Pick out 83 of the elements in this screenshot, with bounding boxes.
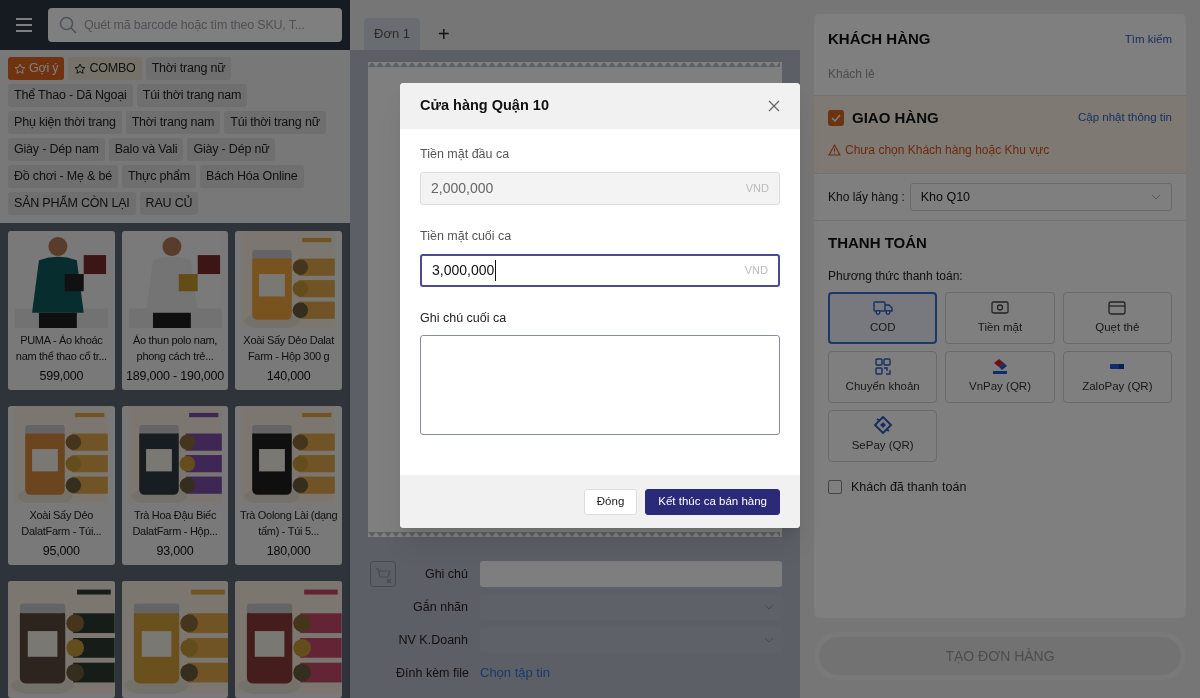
category-tab[interactable]: Thời trang nam bbox=[125, 111, 221, 134]
payment-method[interactable]: Tiền mặt bbox=[945, 291, 1055, 344]
paid-checkbox[interactable] bbox=[828, 479, 842, 494]
product-name: Xoài Sấy Dẻo DalatFarm - Túi... bbox=[20, 508, 103, 540]
product-price: 95,000 bbox=[42, 543, 80, 561]
category-tab[interactable]: COMBO bbox=[68, 57, 142, 80]
category-tab[interactable]: Giày - Dép nam bbox=[8, 138, 105, 161]
end-shift-button[interactable]: Kết thúc ca bán hàng bbox=[645, 488, 780, 515]
payment-method[interactable]: Quẹt thẻ bbox=[1062, 291, 1172, 344]
category-tab[interactable]: Bách Hóa Online bbox=[200, 165, 304, 188]
category-tab[interactable]: Thời trang nữ bbox=[145, 57, 232, 80]
section-title: GIAO HÀNG bbox=[852, 107, 939, 128]
field-label: Gắn nhãn bbox=[412, 598, 468, 616]
category-tab[interactable]: Balo và Vali bbox=[108, 138, 184, 161]
qr-code-icon bbox=[872, 357, 893, 376]
category-tab[interactable]: RAU CỦ bbox=[139, 192, 199, 215]
payment-method[interactable]: ZaloPay (QR) bbox=[1062, 350, 1172, 403]
product-card[interactable]: Xoài Sấy Dẻo Dalat Farm - Hộp 300 g 140,000 bbox=[235, 231, 342, 390]
product-name: Trà Hoa Đậu Biếc DalatFarm - Hộp... bbox=[131, 508, 219, 540]
section-title: THANH TOÁN bbox=[828, 233, 928, 253]
category-tab[interactable]: Túi thời trang nam bbox=[136, 84, 248, 107]
banknote-icon bbox=[990, 298, 1010, 317]
order-tab[interactable]: Đơn 1 bbox=[364, 18, 420, 50]
field-label: Ghi chú bbox=[423, 565, 468, 583]
category-tab[interactable]: Gợi ý bbox=[8, 57, 65, 80]
product-name: Trà Oolong Lài (dạng tấm) - Túi 5... bbox=[238, 508, 339, 540]
close-button[interactable]: Đóng bbox=[583, 488, 638, 515]
note-textarea[interactable] bbox=[420, 335, 780, 436]
product-name: PUMA - Áo khoác nam thể thao cổ tr... bbox=[14, 333, 108, 365]
field-label: Tiền mặt đầu ca bbox=[420, 146, 511, 163]
product-price: 189,000 - 190,000 bbox=[125, 368, 225, 386]
dialog-title: Cửa hàng Quận 10 bbox=[420, 96, 549, 116]
star-icon bbox=[14, 62, 26, 75]
product-card[interactable]: Trà Hoa Đậu Biếc DalatFarm - Hộp... 93,000 bbox=[121, 406, 229, 565]
amount-field[interactable]: 3,000,000 VND bbox=[420, 253, 780, 287]
product-card[interactable]: Xoài Sấy Dẻo DalatFarm - Túi... 95,000 bbox=[8, 406, 115, 565]
product-price: 599,000 bbox=[39, 368, 84, 386]
field-label: NV K.Doanh bbox=[397, 631, 468, 649]
category-tab[interactable]: Túi thời trang nữ bbox=[224, 111, 326, 134]
check-icon bbox=[831, 113, 841, 122]
product-card[interactable]: PUMA - Áo khoác nam thể thao cổ tr... 599,000 bbox=[8, 231, 115, 390]
warning-text: Chưa chọn Khách hàng hoặc Khu vực bbox=[845, 142, 1050, 159]
product-price: 93,000 bbox=[156, 543, 194, 561]
update-link[interactable]: Cập nhật thông tin bbox=[1078, 109, 1172, 127]
warning-icon bbox=[828, 144, 841, 156]
warehouse-select[interactable]: Kho Q10 bbox=[909, 183, 1172, 211]
chevron-down-icon bbox=[1151, 194, 1161, 200]
menu-icon[interactable] bbox=[16, 18, 34, 32]
payment-method[interactable]: Chuyển khoản bbox=[828, 350, 938, 403]
search-link[interactable]: Tìm kiếm bbox=[1124, 30, 1172, 48]
field-label: Ghi chú cuối ca bbox=[420, 309, 508, 327]
delivery-checkbox[interactable] bbox=[828, 109, 844, 126]
logo-icon bbox=[990, 357, 1010, 376]
payment-method[interactable]: VnPay (QR) bbox=[945, 350, 1055, 403]
category-tab[interactable]: Giày - Dép nữ bbox=[187, 138, 276, 161]
card-icon bbox=[1107, 298, 1128, 317]
product-card[interactable]: Áo thun polo nam, phong cách trẻ... 189,000 - 190,000 bbox=[121, 231, 229, 390]
add-tab-button[interactable]: + bbox=[434, 18, 454, 50]
field-label: Tiền mặt cuối ca bbox=[420, 227, 513, 245]
category-tab[interactable]: Phụ kiện thời trang bbox=[8, 111, 122, 134]
product-card[interactable]: Trà Oolong Lài (dạng tấm) - Túi 5... 180,000 bbox=[235, 406, 342, 565]
category-tab[interactable]: Đồ chơi - Mẹ & bé bbox=[8, 165, 118, 188]
product-price: 140,000 bbox=[266, 368, 311, 386]
diamond-logo-icon bbox=[872, 416, 893, 435]
product-name: Xoài Sấy Dẻo Dalat Farm - Hộp 300 g bbox=[242, 333, 336, 365]
note-field[interactable] bbox=[480, 561, 782, 587]
payment-method[interactable]: SePay (QR) bbox=[828, 409, 938, 462]
product-price: 180,000 bbox=[266, 543, 311, 561]
category-tab[interactable]: Thực phẩm bbox=[121, 165, 197, 188]
payment-method[interactable]: COD bbox=[828, 291, 938, 344]
close-icon[interactable] bbox=[768, 100, 780, 112]
field-label: Phương thức thanh toán: bbox=[828, 267, 964, 285]
amount-field: 2,000,000 VND bbox=[420, 171, 780, 205]
logo-icon bbox=[1110, 363, 1125, 369]
field-label: Kho lấy hàng : bbox=[828, 189, 905, 206]
category-tab[interactable]: SẢN PHẨM CÒN LẠI bbox=[8, 192, 136, 215]
truck-icon bbox=[872, 298, 893, 317]
section-title: KHÁCH HÀNG bbox=[828, 29, 931, 49]
product-name: Áo thun polo nam, phong cách trẻ... bbox=[131, 333, 219, 365]
category-tab[interactable]: Thể Thao - Dã Ngoại bbox=[8, 84, 133, 107]
checkbox-label: Khách đã thanh toán bbox=[851, 478, 967, 496]
star-icon bbox=[74, 62, 87, 75]
field-label: Đính kèm file bbox=[396, 664, 468, 682]
